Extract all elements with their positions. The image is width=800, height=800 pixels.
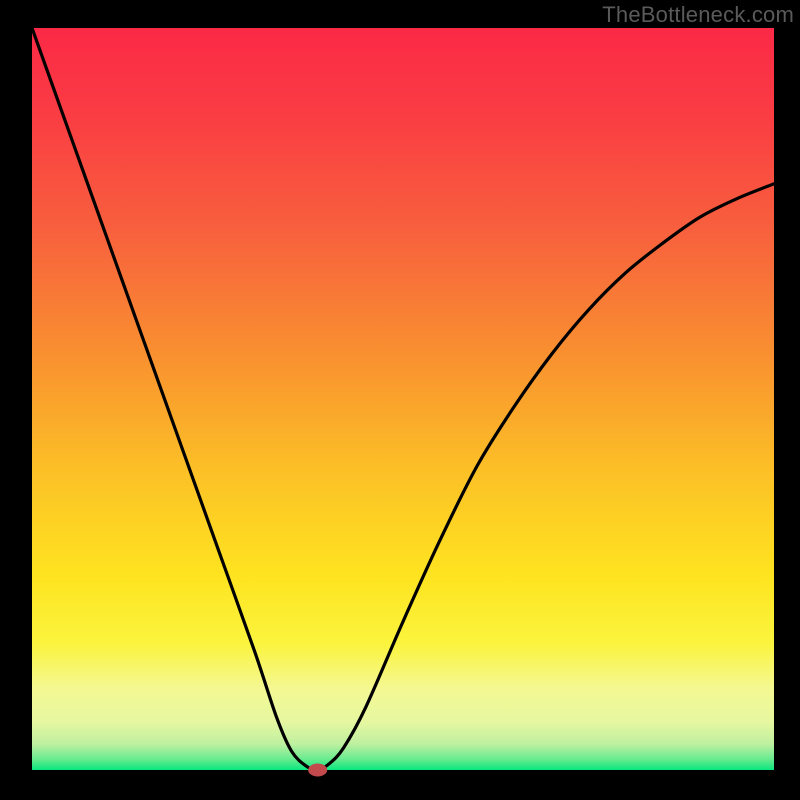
minimum-marker (309, 764, 327, 776)
chart-container: TheBottleneck.com (0, 0, 800, 800)
watermark-text: TheBottleneck.com (602, 2, 794, 28)
chart-plot-area (32, 28, 774, 770)
chart-svg (0, 0, 800, 800)
